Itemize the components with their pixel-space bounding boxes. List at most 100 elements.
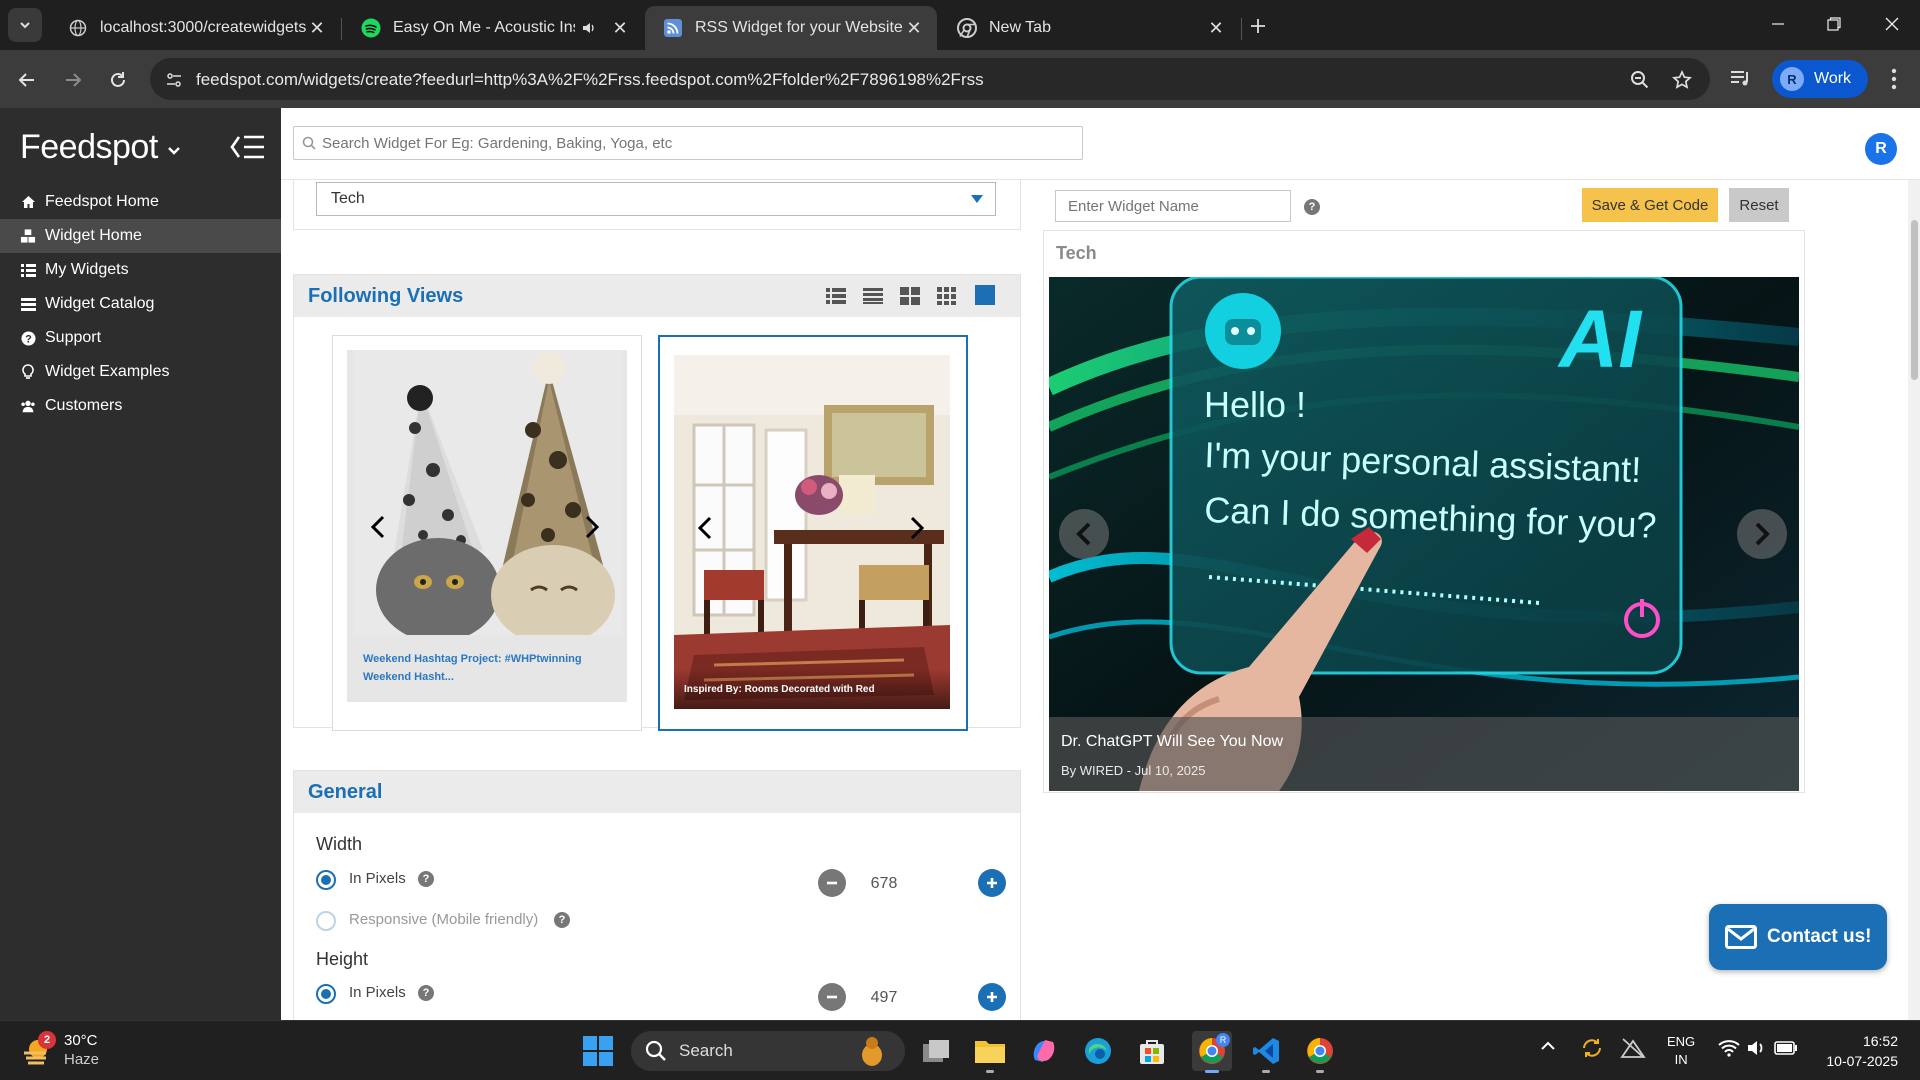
chrome-work-button[interactable]: R (1192, 1031, 1232, 1073)
language-indicator[interactable]: ENG IN (1667, 1033, 1695, 1069)
width-decrement-button[interactable] (818, 869, 846, 897)
close-icon[interactable]: ✕ (609, 17, 631, 39)
address-bar[interactable]: feedspot.com/widgets/create?feedurl=http… (150, 58, 1710, 100)
question-icon: ? (20, 330, 36, 346)
taskbar-search[interactable]: Search (631, 1031, 905, 1071)
height-in-pixels-radio[interactable] (316, 984, 336, 1004)
slide-headline[interactable]: Dr. ChatGPT Will See You Now (1061, 733, 1283, 751)
forward-button[interactable] (58, 65, 88, 95)
battery-icon[interactable] (1774, 1040, 1798, 1056)
width-value[interactable]: 678 (854, 875, 914, 893)
sidebar-item-customers[interactable]: Customers (0, 389, 281, 423)
slide-next-button[interactable] (1737, 509, 1787, 559)
width-responsive-radio[interactable] (316, 911, 336, 931)
site-info-icon[interactable] (162, 68, 186, 92)
spotify-icon (361, 18, 381, 38)
restore-button[interactable] (1806, 0, 1862, 48)
more-menu-icon[interactable] (1882, 66, 1906, 92)
widget-name-field[interactable] (1055, 190, 1291, 222)
reload-button[interactable] (103, 65, 133, 95)
small-grid-view-icon[interactable] (937, 287, 957, 307)
slide-prev-button[interactable] (1059, 509, 1109, 559)
width-in-pixels-radio[interactable] (316, 870, 336, 890)
restore-icon (1827, 17, 1841, 31)
tab-new-tab[interactable]: New Tab ✕ (939, 6, 1239, 50)
start-button[interactable] (578, 1031, 618, 1071)
carousel-next-icon[interactable] (906, 513, 928, 543)
contact-us-label: Contact us! (1767, 926, 1872, 947)
carousel-next-icon[interactable] (581, 512, 603, 542)
menu-toggle-icon[interactable] (230, 134, 266, 160)
back-button[interactable] (12, 65, 42, 95)
tab-search-button[interactable] (8, 8, 42, 42)
contact-us-button[interactable]: Contact us! (1709, 904, 1887, 970)
new-tab-button[interactable] (1244, 12, 1272, 40)
logo[interactable]: Feedspot (20, 128, 182, 167)
save-get-code-button[interactable]: Save & Get Code (1582, 188, 1718, 222)
wifi-icon[interactable] (1718, 1039, 1740, 1057)
list-view-icon[interactable] (826, 287, 846, 307)
compact-list-view-icon[interactable] (863, 287, 883, 307)
sidebar-item-support[interactable]: ? Support (0, 321, 281, 355)
category-select[interactable]: Tech (316, 182, 996, 216)
copilot-button[interactable] (1024, 1031, 1064, 1071)
close-icon[interactable]: ✕ (1205, 17, 1227, 39)
weather-widget[interactable]: 2 (20, 1031, 60, 1069)
widget-preview-panel: ? Save & Get Code Reset Tech (1035, 180, 1920, 1020)
network-off-icon[interactable] (1620, 1037, 1646, 1059)
vscode-button[interactable] (1246, 1031, 1286, 1073)
grid-view-icon[interactable] (900, 287, 920, 307)
chrome-icon (957, 18, 977, 38)
widget-search-input[interactable] (322, 134, 1022, 152)
minimize-button[interactable] (1750, 0, 1806, 48)
close-icon[interactable]: ✕ (903, 17, 925, 39)
help-icon[interactable]: ? (418, 985, 434, 1001)
sidebar-item-my-widgets[interactable]: My Widgets (0, 253, 281, 287)
widget-search-box[interactable] (293, 126, 1083, 160)
tab-rss-widget[interactable]: RSS Widget for your Website | F ✕ (645, 6, 937, 50)
store-button[interactable] (1132, 1031, 1172, 1071)
media-control-icon[interactable] (1728, 66, 1754, 92)
sidebar-item-feedspot-home[interactable]: Feedspot Home (0, 185, 281, 219)
close-window-button[interactable] (1864, 0, 1920, 48)
view-thumbnail-1[interactable]: Weekend Hashtag Project: #WHPtwinning We… (332, 335, 642, 731)
view-thumbnail-2[interactable]: Inspired By: Rooms Decorated with Red (658, 335, 968, 731)
width-increment-button[interactable] (978, 869, 1006, 897)
scrollbar-thumb[interactable] (1911, 220, 1918, 380)
clock[interactable]: 16:52 10-07-2025 (1810, 1031, 1898, 1071)
height-value[interactable]: 497 (854, 989, 914, 1007)
help-icon[interactable]: ? (554, 912, 570, 928)
preview-slide[interactable]: AI Hello ! I'm your personal assistant! … (1049, 277, 1799, 791)
reset-button[interactable]: Reset (1729, 188, 1789, 222)
chevron-up-icon[interactable] (1540, 1039, 1556, 1051)
carousel-prev-icon[interactable] (694, 513, 716, 543)
tab-localhost[interactable]: localhost:3000/createwidgets ✕ (50, 6, 340, 50)
sidebar-item-widget-examples[interactable]: Widget Examples (0, 355, 281, 389)
carousel-prev-icon[interactable] (367, 512, 389, 542)
url-text: feedspot.com/widgets/create?feedurl=http… (196, 70, 984, 89)
slide-meta: By WIRED - Jul 10, 2025 (1061, 763, 1206, 778)
star-icon[interactable] (1670, 68, 1694, 92)
user-avatar[interactable]: R (1865, 133, 1897, 165)
zoom-icon[interactable] (1628, 68, 1652, 92)
speaker-icon[interactable] (581, 20, 597, 36)
slider-view-icon[interactable] (974, 284, 995, 305)
weather-text[interactable]: 30°C Haze (64, 1031, 99, 1069)
sidebar-item-widget-home[interactable]: Widget Home (0, 219, 281, 253)
task-view-button[interactable] (916, 1031, 956, 1071)
tab-spotify[interactable]: Easy On Me - Acoustic Instr ✕ (343, 6, 643, 50)
file-explorer-button[interactable] (970, 1031, 1010, 1073)
page-scrollbar[interactable] (1908, 180, 1920, 1020)
edge-button[interactable] (1078, 1031, 1118, 1071)
height-decrement-button[interactable] (818, 983, 846, 1011)
chrome-button[interactable] (1300, 1031, 1340, 1073)
close-icon[interactable]: ✕ (306, 17, 328, 39)
volume-icon[interactable] (1746, 1039, 1766, 1057)
profile-button[interactable]: R Work (1772, 60, 1868, 98)
sidebar-item-widget-catalog[interactable]: Widget Catalog (0, 287, 281, 321)
help-icon[interactable]: ? (1304, 199, 1320, 215)
widget-name-input[interactable] (1068, 197, 1268, 215)
height-increment-button[interactable] (978, 983, 1006, 1011)
help-icon[interactable]: ? (418, 871, 434, 887)
sync-icon[interactable] (1580, 1036, 1604, 1060)
